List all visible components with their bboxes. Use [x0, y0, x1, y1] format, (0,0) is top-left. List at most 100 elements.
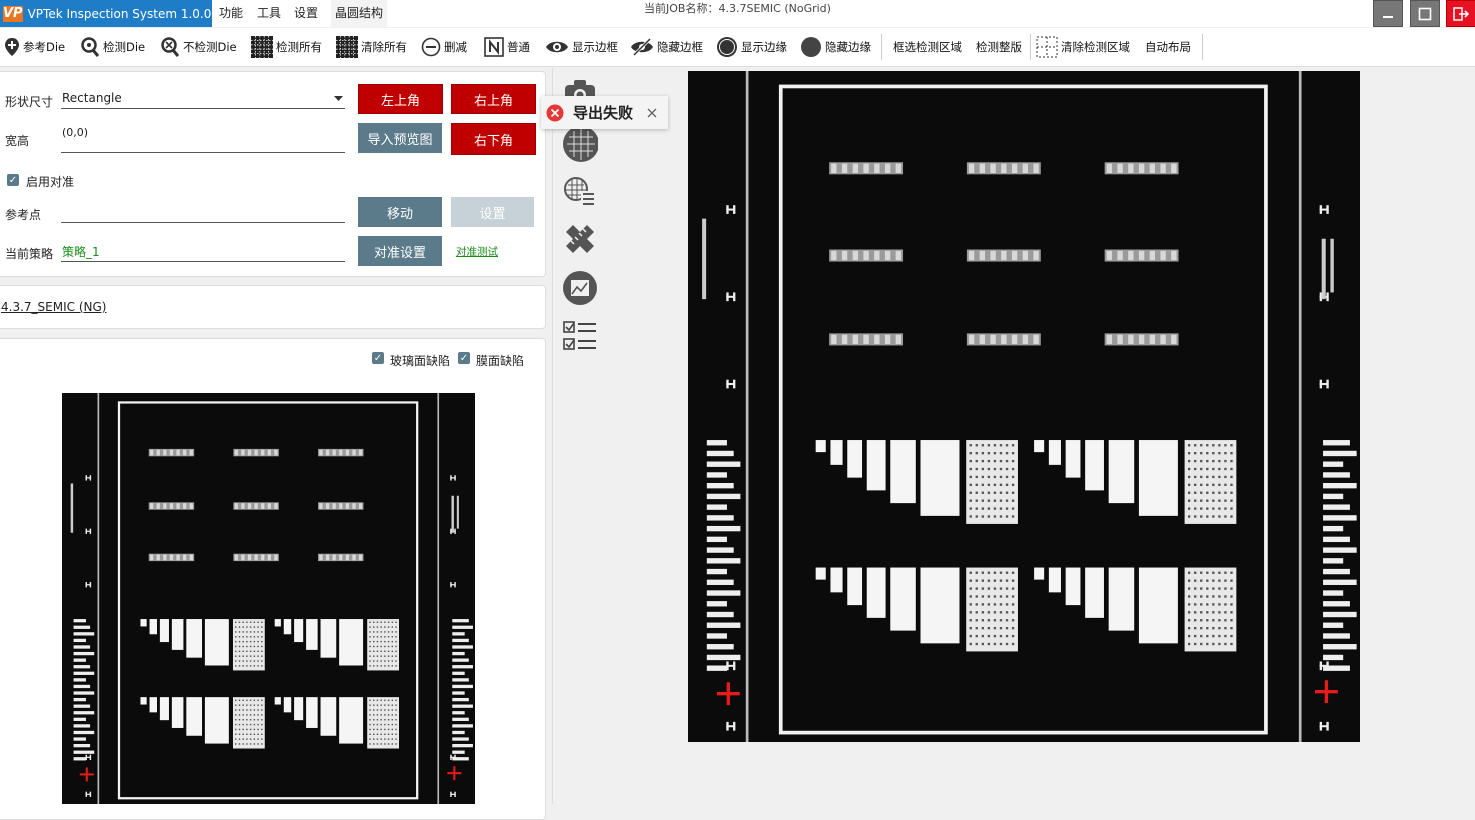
toolbar-separator — [1202, 34, 1203, 60]
show-border-button[interactable]: 显示边框 — [545, 36, 618, 58]
clear-region-button[interactable]: 清除检测区域 — [1036, 36, 1130, 58]
wafer-image — [62, 393, 475, 804]
shape-select[interactable]: Rectangle — [61, 88, 345, 109]
hide-border-button[interactable]: 隐藏边框 — [630, 36, 703, 58]
show-border-label: 显示边框 — [572, 40, 618, 54]
maximize-button[interactable] — [1410, 0, 1440, 27]
minimize-button[interactable] — [1373, 0, 1403, 27]
hide-edge-button[interactable]: 隐藏边缘 — [800, 36, 871, 58]
error-toast: 导出失败 — [541, 96, 668, 129]
glass-defect-checkbox[interactable]: ✓ — [372, 352, 384, 364]
chevron-down-icon — [334, 96, 343, 101]
inspect-layout-button[interactable]: 检测整版 — [976, 36, 1022, 58]
title-bar: VP VPTek Inspection System 1.0.0.0 功能 工具… — [0, 0, 1475, 27]
size-field[interactable]: (0,0) — [61, 122, 345, 153]
normal-n-icon — [484, 37, 504, 57]
job-link[interactable]: 4.3.7_SEMIC (NG) — [1, 300, 106, 314]
dotted-grid-icon — [1036, 36, 1058, 58]
grid-icon — [563, 126, 598, 162]
filled-circle-icon — [800, 36, 822, 58]
ref-die-label: 参考Die — [23, 40, 66, 54]
menu-function[interactable]: 功能 — [219, 0, 243, 27]
clear-all-button[interactable]: 清除所有 — [336, 36, 407, 58]
eye-off-icon — [630, 38, 654, 56]
delete-button[interactable]: 删减 — [421, 36, 467, 58]
minimize-icon — [1383, 15, 1393, 18]
grid-list-icon — [564, 177, 596, 207]
glass-defect-label: 玻璃面缺陷 — [390, 354, 451, 368]
checklist-icon — [563, 321, 596, 350]
top-left-button[interactable]: 左上角 — [358, 84, 443, 114]
enable-align-label: 启用对准 — [26, 175, 75, 189]
move-button[interactable]: 移动 — [358, 197, 442, 227]
ref-die-button[interactable]: 参考Die — [4, 36, 65, 58]
import-preview-button[interactable]: 导入预览图 — [358, 123, 442, 153]
delete-label: 删减 — [444, 40, 467, 54]
close-icon[interactable] — [647, 108, 657, 118]
shape-select-value: Rectangle — [62, 91, 122, 105]
inspect-pin-icon — [80, 37, 100, 57]
hide-edge-label: 隐藏边缘 — [825, 40, 871, 54]
maximize-icon — [1418, 7, 1432, 20]
checklist-tool-button[interactable] — [562, 318, 598, 354]
error-icon — [546, 104, 564, 121]
minus-circle-icon — [421, 37, 441, 57]
ruler-icon — [566, 225, 594, 253]
image-chart-icon — [563, 271, 597, 305]
shape-panel: 形状尺寸 Rectangle 宽高 (0,0) ✓ 启用对准 参考点 当前策略 … — [0, 71, 546, 277]
auto-layout-button[interactable]: 自动布局 — [1145, 36, 1191, 58]
ruler-tool-button[interactable] — [562, 221, 598, 257]
job-panel: 4.3.7_SEMIC (NG) — [0, 285, 546, 329]
app-brand: VP VPTek Inspection System 1.0.0.0 — [0, 0, 223, 27]
enable-align-checkbox[interactable]: ✓ — [7, 174, 19, 186]
app-logo: VP — [3, 5, 23, 22]
clear-region-label: 清除检测区域 — [1061, 40, 1130, 54]
no-inspect-die-button[interactable]: 不检测Die — [160, 36, 237, 58]
film-defect-checkbox[interactable]: ✓ — [458, 352, 470, 364]
inspect-all-label: 检测所有 — [276, 40, 322, 54]
app-title: VPTek Inspection System 1.0.0.0 — [27, 6, 223, 21]
wafer-preview-thumbnail[interactable] — [62, 393, 475, 804]
select-region-button[interactable]: 框选检测区域 — [893, 36, 962, 58]
top-right-button[interactable]: 右上角 — [451, 84, 536, 114]
align-test-link[interactable]: 对准测试 — [456, 244, 498, 259]
inspect-all-button[interactable]: 检测所有 — [251, 36, 322, 58]
show-edge-button[interactable]: 显示边缘 — [716, 36, 787, 58]
toolbar-separator — [1030, 34, 1031, 60]
set-button[interactable]: 设置 — [451, 197, 534, 227]
menu-settings[interactable]: 设置 — [294, 0, 318, 27]
film-defect-label: 膜面缺陷 — [476, 354, 525, 368]
menu-tools[interactable]: 工具 — [257, 0, 281, 27]
side-tool-strip — [552, 68, 605, 804]
align-settings-button[interactable]: 对准设置 — [358, 236, 442, 266]
grid-fill-icon — [251, 36, 273, 58]
no-inspect-icon — [160, 37, 180, 57]
ring-icon — [716, 36, 738, 58]
grid-tool-button[interactable] — [562, 126, 598, 162]
image-chart-tool-button[interactable] — [562, 270, 598, 306]
show-edge-label: 显示边缘 — [741, 40, 787, 54]
toolbar-separator — [881, 34, 882, 60]
grid-clear-icon — [336, 36, 358, 58]
ref-point-field[interactable] — [61, 204, 345, 223]
ref-point-label: 参考点 — [5, 208, 42, 222]
grid-list-tool-button[interactable] — [562, 174, 598, 210]
normal-button[interactable]: 普通 — [484, 36, 530, 58]
eye-icon — [545, 39, 569, 55]
exit-button[interactable] — [1446, 0, 1475, 27]
bottom-right-button[interactable]: 右下角 — [451, 123, 536, 155]
normal-label: 普通 — [507, 40, 530, 54]
clear-all-label: 清除所有 — [361, 40, 407, 54]
toast-message: 导出失败 — [573, 104, 634, 122]
menu-wafer-structure[interactable]: 晶圆结构 — [331, 0, 388, 27]
hide-border-label: 隐藏边框 — [657, 40, 703, 54]
ref-pin-icon — [4, 37, 20, 57]
inspect-die-button[interactable]: 检测Die — [80, 36, 145, 58]
strategy-field[interactable]: 策略_1 — [61, 242, 345, 262]
wafer-main-view[interactable] — [688, 71, 1360, 742]
inspect-die-label: 检测Die — [103, 40, 146, 54]
size-value: (0,0) — [62, 126, 89, 139]
exit-icon — [1453, 6, 1469, 21]
strategy-value: 策略_1 — [62, 245, 100, 259]
wafer-image — [688, 71, 1360, 742]
